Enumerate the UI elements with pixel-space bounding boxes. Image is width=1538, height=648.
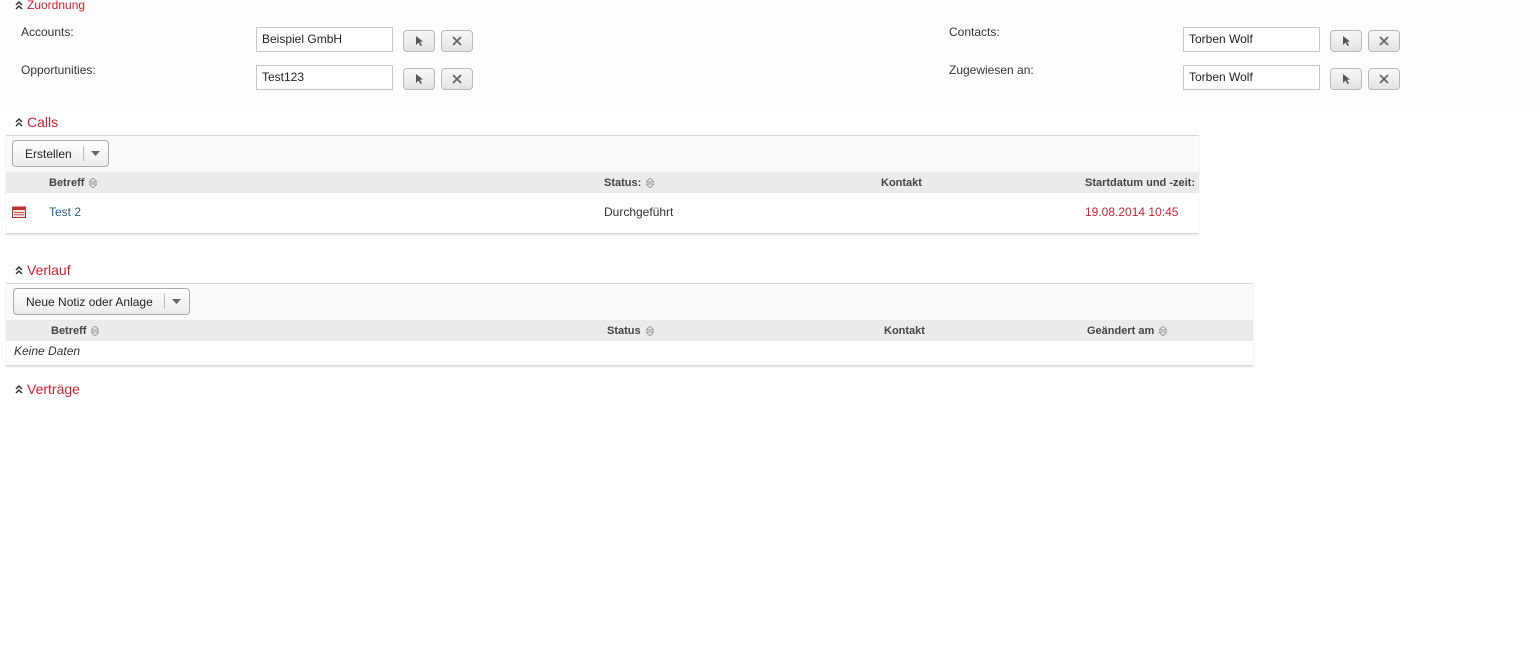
double-chevron-up-icon [15,384,23,394]
call-status: Durchgeführt [604,205,674,219]
calls-header-row: Betreff Status: Kontakt Startdatum und -… [6,172,1199,193]
call-subject-link[interactable]: Test 2 [49,193,81,231]
sort-icon [1159,325,1168,336]
section-title-verlauf: Verlauf [27,262,71,278]
verlauf-header-row: Betreff Status Kontakt Geändert am [6,320,1253,341]
column-header-start[interactable]: Startdatum und -zeit: [1085,172,1199,193]
contacts-input[interactable]: Torben Wolf [1183,27,1320,52]
column-header-status[interactable]: Status [607,320,654,341]
column-header-subject[interactable]: Betreff [51,320,100,341]
close-icon [1379,74,1389,84]
section-title-calls: Calls [27,114,59,130]
cursor-arrow-icon [416,36,423,46]
double-chevron-up-icon [15,265,23,275]
sort-icon [89,177,98,188]
column-header-modified[interactable]: Geändert am [1087,320,1168,341]
calls-create-label: Erstellen [25,146,72,161]
section-toggle-calls[interactable]: Calls [14,114,58,130]
close-icon [452,36,462,46]
accounts-input[interactable]: Beispiel GmbH [256,27,393,52]
accounts-clear-button[interactable] [441,30,473,52]
calls-create-button[interactable]: Erstellen [12,140,109,167]
calls-toolbar [6,136,1199,172]
assigned-to-clear-button[interactable] [1368,68,1400,90]
verlauf-panel: Neue Notiz oder Anlage Betreff Status Ko… [6,283,1253,366]
double-chevron-up-icon [15,0,23,10]
column-header-contact[interactable]: Kontakt [881,172,922,193]
dropdown-caret-icon[interactable] [165,299,189,304]
column-header-status[interactable]: Status: [604,172,655,193]
assigned-to-label: Zugewiesen an: [949,63,1034,77]
cursor-arrow-icon [416,74,423,84]
assigned-to-input[interactable]: Torben Wolf [1183,65,1320,90]
dropdown-caret-icon[interactable] [84,151,108,156]
section-toggle-vertraege[interactable]: Verträge [14,381,80,397]
section-title-zuordnung: Zuordnung [27,0,86,12]
sort-icon [645,325,654,336]
sort-icon [91,325,100,336]
accounts-select-button[interactable] [403,30,435,52]
opportunities-select-button[interactable] [403,68,435,90]
new-note-button[interactable]: Neue Notiz oder Anlage [13,288,190,315]
cursor-arrow-icon [1343,36,1350,46]
contacts-label: Contacts: [949,25,1000,39]
opportunities-clear-button[interactable] [441,68,473,90]
contacts-clear-button[interactable] [1368,30,1400,52]
close-icon [1379,36,1389,46]
opportunities-label: Opportunities: [21,63,96,77]
section-toggle-zuordnung[interactable]: Zuordnung [14,0,85,13]
sort-icon [646,177,655,188]
new-note-label: Neue Notiz oder Anlage [26,294,153,309]
double-chevron-up-icon [15,117,23,127]
calls-panel: Erstellen Betreff Status: Kontakt Startd… [6,135,1199,234]
empty-state-text: Keine Daten [14,344,81,358]
close-icon [452,74,462,84]
column-header-subject[interactable]: Betreff [49,172,98,193]
opportunities-input[interactable]: Test123 [256,65,393,90]
contacts-select-button[interactable] [1330,30,1362,52]
column-header-contact[interactable]: Kontakt [884,320,925,341]
call-start-datetime: 19.08.2014 10:45 [1085,205,1179,219]
calendar-icon [12,193,26,231]
table-row: Test 2 Durchgeführt 19.08.2014 10:45 [6,193,1199,231]
zuordnung-panel [0,0,1538,112]
section-title-vertraege: Verträge [27,381,80,397]
cursor-arrow-icon [1343,74,1350,84]
section-toggle-verlauf[interactable]: Verlauf [14,262,71,278]
assigned-to-select-button[interactable] [1330,68,1362,90]
verlauf-toolbar [6,284,1253,320]
accounts-label: Accounts: [21,25,74,39]
